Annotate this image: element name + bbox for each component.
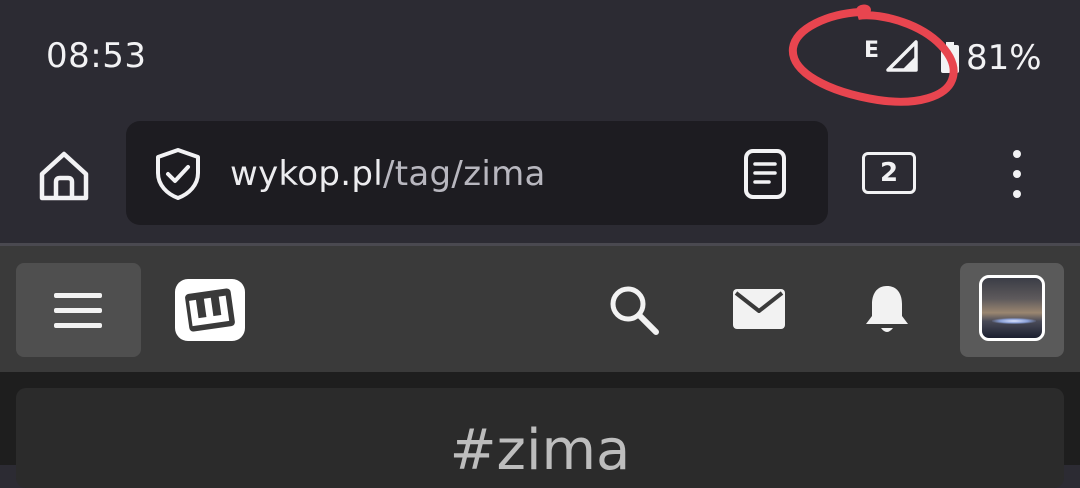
tab-count: 2 <box>879 158 899 188</box>
hamburger-line <box>54 308 102 313</box>
url-host: wykop.pl <box>230 154 384 194</box>
wykop-logo-icon[interactable] <box>172 276 248 344</box>
user-avatar <box>979 275 1045 341</box>
home-icon[interactable] <box>34 146 94 206</box>
battery-percent: 81% <box>966 38 1042 78</box>
page-content: #zima <box>0 372 1080 488</box>
tag-header-card: #zima <box>16 388 1064 488</box>
url-path: /tag/zima <box>383 154 546 194</box>
hamburger-menu-button[interactable] <box>16 263 141 357</box>
hamburger-line <box>54 293 102 298</box>
signal-icon <box>886 40 918 72</box>
tab-switcher-button[interactable]: 2 <box>862 152 916 194</box>
menu-dot <box>1013 170 1021 178</box>
bell-icon[interactable] <box>862 282 912 338</box>
reader-mode-icon[interactable] <box>742 148 788 200</box>
site-header <box>0 246 1080 372</box>
more-vertical-icon[interactable] <box>1008 150 1028 206</box>
tag-title: #zima <box>449 418 631 483</box>
mail-icon[interactable] <box>732 287 786 331</box>
network-type: E <box>864 38 880 63</box>
clock: 08:53 <box>46 36 147 76</box>
battery-icon <box>941 42 959 73</box>
menu-dot <box>1013 190 1021 198</box>
search-icon[interactable] <box>606 282 662 338</box>
browser-toolbar: wykop.pl/tag/zima 2 <box>0 115 1080 243</box>
status-bar: 08:53 E 81% <box>0 0 1080 115</box>
shield-check-icon[interactable] <box>152 147 204 201</box>
address-bar[interactable]: wykop.pl/tag/zima <box>126 121 828 225</box>
menu-dot <box>1013 150 1021 158</box>
user-avatar-button[interactable] <box>960 263 1064 357</box>
url-text[interactable]: wykop.pl/tag/zima <box>230 154 546 194</box>
hamburger-line <box>54 323 102 328</box>
